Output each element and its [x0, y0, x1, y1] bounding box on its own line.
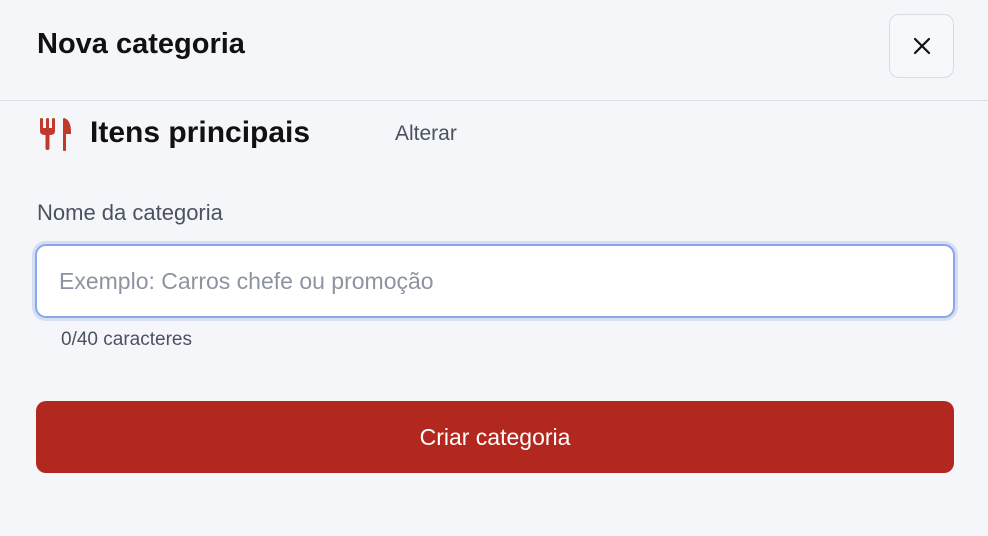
create-category-button[interactable]: Criar categoria [36, 401, 954, 473]
modal-title: Nova categoria [37, 28, 245, 60]
modal-header: Nova categoria [0, 0, 988, 101]
category-name-input[interactable] [35, 244, 955, 318]
change-type-link[interactable]: Alterar [395, 122, 457, 146]
close-button[interactable] [889, 14, 954, 78]
category-type-row: Itens principais Alterar [38, 114, 638, 154]
close-icon [913, 37, 930, 55]
category-name-label: Nome da categoria [37, 200, 223, 225]
char-counter: 0/40 caracteres [61, 329, 192, 350]
category-type-name: Itens principais [90, 116, 311, 149]
fork-knife-icon [40, 118, 71, 151]
new-category-modal: Nova categoria Itens principais Alterar … [0, 0, 988, 536]
